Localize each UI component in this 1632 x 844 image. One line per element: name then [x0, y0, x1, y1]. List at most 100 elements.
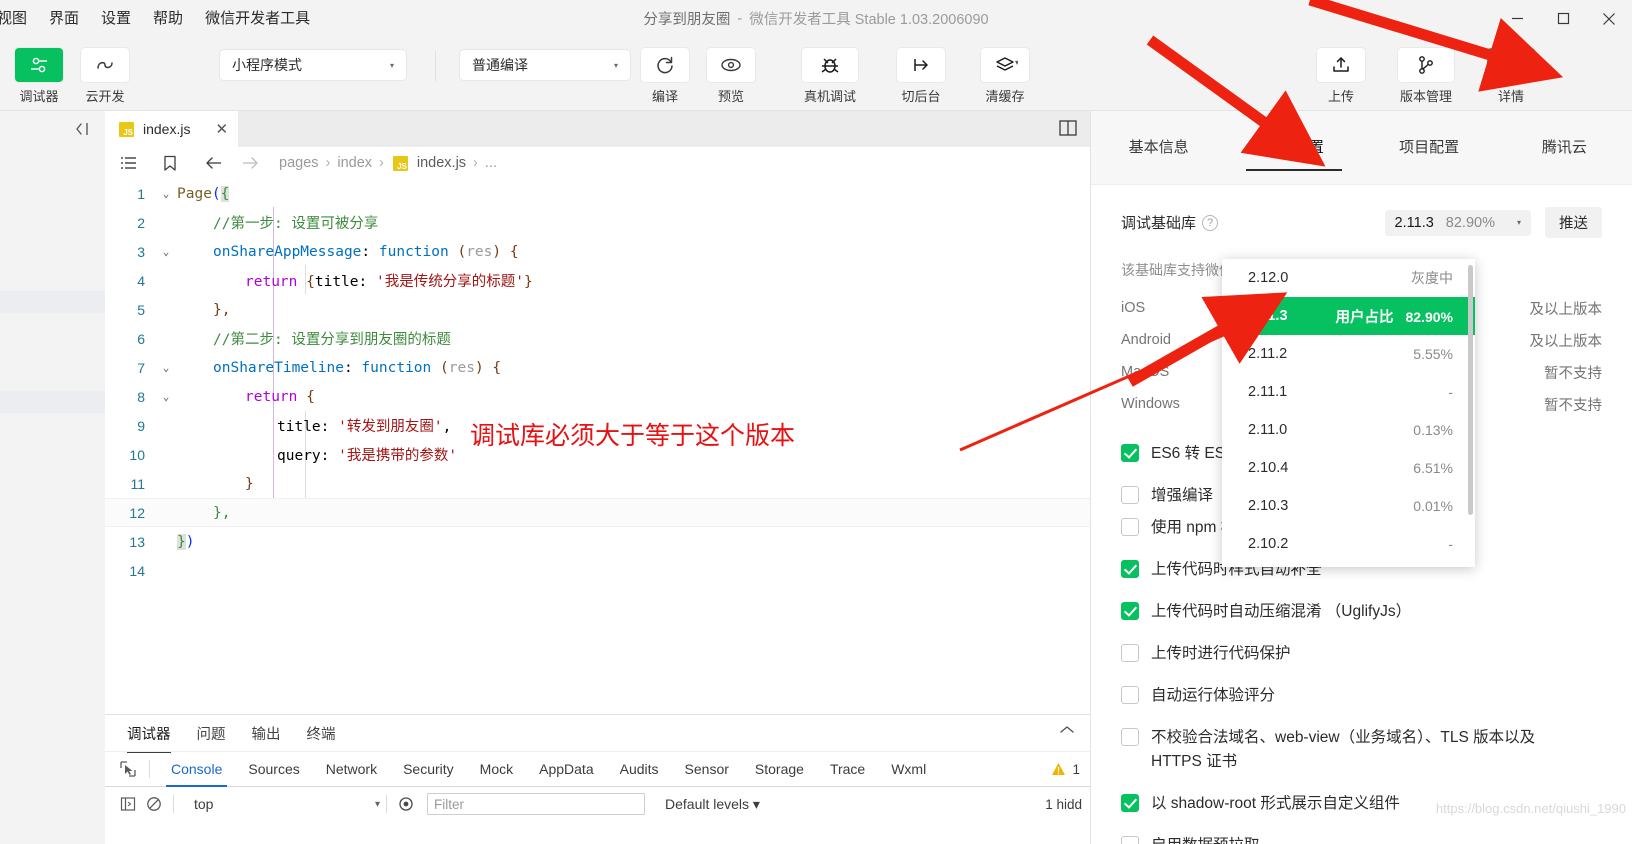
cdt-tab-storage[interactable]: Storage [742, 752, 817, 787]
tab-project-config[interactable]: 项目配置 [1362, 111, 1497, 185]
library-version-option[interactable]: 2.10.3 0.01% [1222, 487, 1475, 525]
clear-console-icon[interactable] [141, 791, 167, 817]
checkbox-auto-experience-score[interactable] [1121, 686, 1139, 704]
push-button[interactable]: 推送 [1545, 207, 1602, 238]
toolbar-preview-button[interactable]: 预览 [702, 48, 760, 105]
mode-select[interactable]: 小程序模式 ▾ [220, 50, 406, 80]
inspect-element-icon[interactable] [115, 756, 141, 782]
cdt-tab-console[interactable]: Console [158, 752, 235, 787]
checkbox-uglify[interactable] [1121, 602, 1139, 620]
fold-toggle[interactable]: ⌄ [155, 390, 177, 403]
split-editor-icon[interactable] [1058, 119, 1078, 142]
checkbox-use-npm[interactable] [1121, 518, 1139, 536]
toolbar-compile-button[interactable]: 编译 [636, 48, 694, 105]
devtools-tab-problems[interactable]: 问题 [197, 723, 226, 744]
menu-item-view[interactable]: 视图 [0, 0, 28, 37]
debug-library-select[interactable]: 2.11.3 82.90% ▾ [1384, 209, 1531, 236]
close-icon[interactable]: ✕ [215, 122, 228, 137]
fold-toggle[interactable]: ⌄ [155, 187, 177, 200]
checkbox-enhanced-compile[interactable] [1121, 486, 1139, 504]
outline-icon[interactable] [113, 150, 143, 176]
chevron-up-icon[interactable] [1058, 723, 1076, 739]
checkbox-skip-domain-check[interactable] [1121, 728, 1139, 746]
checkbox-row[interactable]: 不校验合法域名、web-view（业务域名）、TLS 版本以及 HTTPS 证书 [1121, 726, 1602, 774]
console-sidebar-icon[interactable] [115, 791, 141, 817]
fold-toggle[interactable]: ⌄ [155, 361, 177, 374]
library-version-option-selected[interactable]: 2.11.3 用户占比 82.90% [1222, 297, 1475, 335]
checkbox-code-protect[interactable] [1121, 644, 1139, 662]
dropdown-scrollbar[interactable] [1468, 265, 1473, 515]
checkbox-row[interactable]: 上传时进行代码保护 [1121, 642, 1602, 666]
cdt-tab-network[interactable]: Network [313, 752, 390, 787]
cdt-tab-mock[interactable]: Mock [467, 752, 526, 787]
cdt-tab-audits[interactable]: Audits [607, 752, 672, 787]
menu-item-interface[interactable]: 界面 [48, 0, 80, 37]
cdt-tab-sensor[interactable]: Sensor [672, 752, 742, 787]
cdt-tab-security[interactable]: Security [390, 752, 467, 787]
toolbar-upload-button[interactable]: 上传 [1312, 48, 1370, 105]
cdt-tab-trace[interactable]: Trace [817, 752, 878, 787]
breadcrumb-item-more[interactable]: ... [485, 155, 497, 171]
maximize-icon[interactable] [1540, 0, 1586, 37]
code-token: }, [213, 504, 231, 521]
fold-toggle[interactable]: ⌄ [155, 245, 177, 258]
back-arrow-icon[interactable] [199, 150, 229, 176]
toolbar-simulator[interactable]: 调试器 [10, 48, 68, 105]
library-version-option[interactable]: 2.10.2 - [1222, 525, 1475, 563]
checkbox-style-autocomplete[interactable] [1121, 560, 1139, 578]
console-levels-select[interactable]: Default levels ▾ [665, 796, 760, 813]
toolbar-cloud-dev[interactable]: 云开发 [76, 48, 134, 105]
console-filter-input[interactable]: Filter [427, 793, 645, 815]
menu-item-devtools[interactable]: 微信开发者工具 [204, 0, 311, 37]
toolbar-details-label: 详情 [1497, 89, 1524, 104]
console-context-select[interactable]: top ▾ [180, 796, 380, 812]
code-token: : [358, 274, 376, 290]
warning-icon [1052, 763, 1066, 775]
toolbar-details-button[interactable]: 详情 [1482, 48, 1540, 105]
toolbar-realdevice-button[interactable]: 真机调试 [794, 48, 866, 105]
checkbox-row[interactable]: 启用数据预拉取 [1121, 834, 1602, 844]
toolbar-version-button[interactable]: 版本管理 [1392, 48, 1460, 105]
library-version-option[interactable]: 2.12.0 灰度中 [1222, 259, 1475, 297]
chevron-down-icon: ▾ [613, 60, 618, 70]
cdt-tab-wxml[interactable]: Wxml [878, 752, 939, 787]
bookmark-icon[interactable] [155, 150, 185, 176]
checkbox-shadow-root[interactable] [1121, 794, 1139, 812]
devtools-tab-terminal[interactable]: 终端 [307, 723, 336, 744]
help-icon[interactable]: ? [1202, 214, 1219, 231]
checkbox-row[interactable]: 自动运行体验评分 [1121, 684, 1602, 708]
checkbox-es6-to-es5[interactable] [1121, 444, 1139, 462]
breadcrumb-item-pages[interactable]: pages [279, 155, 319, 171]
rail-collapse-icon[interactable] [74, 121, 94, 142]
library-version-option[interactable]: 2.10.4 6.51% [1222, 449, 1475, 487]
library-version-dropdown[interactable]: 2.12.0 灰度中 2.11.3 用户占比 82.90% 2.11.2 5.5… [1222, 259, 1475, 567]
forward-arrow-icon[interactable] [235, 150, 265, 176]
tab-tencent-cloud[interactable]: 腾讯云 [1497, 111, 1632, 185]
devtools-tab-output[interactable]: 输出 [252, 723, 281, 744]
editor-file-tab[interactable]: JS index.js ✕ [105, 111, 239, 147]
cdt-tab-appdata[interactable]: AppData [526, 752, 606, 787]
warning-indicator[interactable]: 1 [1051, 762, 1080, 777]
toolbar-background-button[interactable]: 切后台 [892, 48, 950, 105]
menu-item-settings[interactable]: 设置 [100, 0, 132, 37]
cdt-tab-sources[interactable]: Sources [235, 752, 312, 787]
compile-select[interactable]: 普通编译 ▾ [460, 50, 630, 80]
library-version-option[interactable]: 2.11.0 0.13% [1222, 411, 1475, 449]
minimize-icon[interactable] [1494, 0, 1540, 37]
breadcrumb-item-file[interactable]: index.js [417, 155, 466, 171]
platform-name: Android [1121, 332, 1171, 348]
breadcrumb-item-index[interactable]: index [337, 155, 372, 171]
debug-library-version: 2.11.3 [1394, 214, 1434, 231]
library-version-option[interactable]: 2.11.1 - [1222, 373, 1475, 411]
tab-local-settings[interactable]: 本地设置 [1226, 111, 1361, 185]
checkbox-row[interactable]: 上传代码时自动压缩混淆 （UglifyJs） [1121, 600, 1602, 624]
close-icon[interactable] [1586, 0, 1632, 37]
toolbar-clearcache-button[interactable]: ▾ 清缓存 [976, 48, 1034, 105]
tab-basic-info[interactable]: 基本信息 [1091, 111, 1226, 185]
checkbox-data-prefetch[interactable] [1121, 836, 1139, 844]
console-settings-eye-icon[interactable] [393, 791, 419, 817]
devtools-tab-debugger[interactable]: 调试器 [127, 723, 171, 753]
checkbox-label: 以 shadow-root 形式展示自定义组件 [1151, 795, 1400, 812]
library-version-option[interactable]: 2.11.2 5.55% [1222, 335, 1475, 373]
menu-item-help[interactable]: 帮助 [152, 0, 184, 37]
